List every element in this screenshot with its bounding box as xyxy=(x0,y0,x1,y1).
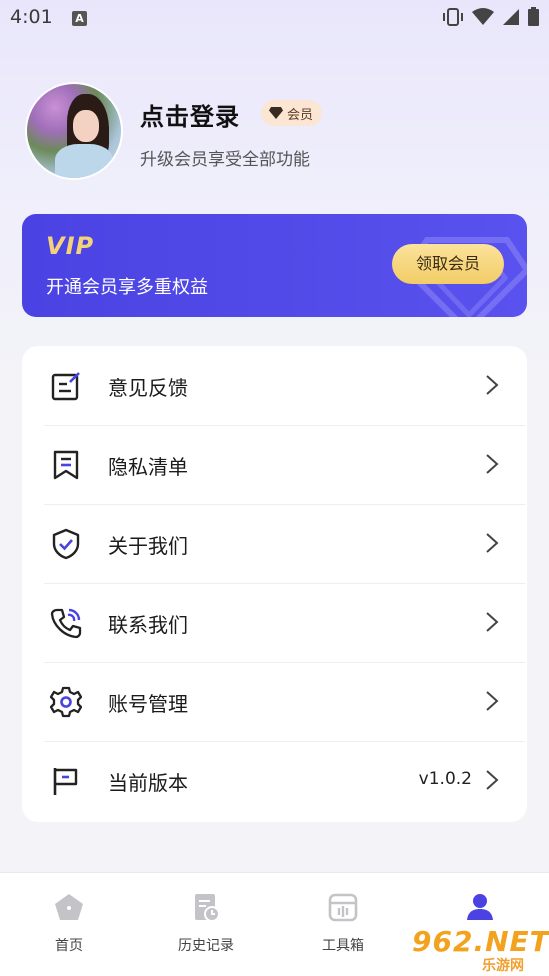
battery-icon xyxy=(528,7,539,26)
vip-banner-text: 开通会员享多重权益 xyxy=(46,277,208,298)
user-icon xyxy=(467,894,493,920)
status-icons xyxy=(442,7,539,26)
member-badge-label: 会员 xyxy=(287,107,314,123)
menu-item-label: 意见反馈 xyxy=(108,376,188,400)
menu-item-label: 隐私清单 xyxy=(108,455,188,479)
notification-badge-icon: A xyxy=(72,11,87,26)
watermark-sub: 乐游网 xyxy=(482,958,524,974)
history-document-icon xyxy=(195,894,220,922)
member-badge: 会员 xyxy=(261,100,323,126)
flag-icon xyxy=(53,768,78,795)
chevron-right-icon xyxy=(486,454,499,474)
profile-subtitle: 升级会员享受全部功能 xyxy=(140,150,310,170)
watermark-main: 962.NET xyxy=(412,925,549,958)
nav-label: 首页 xyxy=(55,938,83,954)
menu-item-privacy-list[interactable]: 隐私清单 xyxy=(22,425,527,504)
toolbox-icon xyxy=(328,893,358,922)
login-title[interactable]: 点击登录 xyxy=(140,97,240,132)
nav-item-history[interactable]: 历史记录 xyxy=(166,891,246,955)
menu-card: 意见反馈 隐私清单 关于我们 联系我们 账号管理 当前版本 v1.0.2 xyxy=(22,346,527,822)
watermark-logo: 962.NET 乐游网 xyxy=(412,925,549,975)
chevron-right-icon xyxy=(486,770,499,790)
chevron-right-icon xyxy=(486,375,499,395)
document-bookmark-icon xyxy=(53,450,79,480)
menu-item-about-us[interactable]: 关于我们 xyxy=(22,504,527,583)
vip-logo: VIP xyxy=(46,232,95,260)
home-pentagon-icon xyxy=(55,894,83,920)
nav-label: 工具箱 xyxy=(322,938,364,954)
status-bar: 4:01 A xyxy=(0,0,549,36)
gear-icon xyxy=(50,686,82,718)
version-value: v1.0.2 xyxy=(418,769,472,789)
phone-call-icon xyxy=(50,608,82,639)
menu-item-label: 联系我们 xyxy=(108,613,188,637)
chevron-right-icon xyxy=(486,612,499,632)
nav-label: 历史记录 xyxy=(178,938,234,954)
chevron-right-icon xyxy=(486,691,499,711)
claim-membership-button[interactable]: 领取会员 xyxy=(392,244,504,284)
menu-item-label: 当前版本 xyxy=(108,771,188,795)
nav-item-home[interactable]: 首页 xyxy=(29,891,109,955)
menu-item-account-management[interactable]: 账号管理 xyxy=(22,662,527,741)
vibrate-icon xyxy=(443,7,463,26)
nav-item-mine[interactable] xyxy=(440,891,520,927)
feedback-edit-icon xyxy=(51,372,80,401)
chevron-right-icon xyxy=(486,533,499,553)
menu-item-label: 关于我们 xyxy=(108,534,188,558)
menu-item-current-version[interactable]: 当前版本 v1.0.2 xyxy=(22,741,527,820)
avatar[interactable] xyxy=(25,82,123,180)
signal-icon xyxy=(503,8,519,25)
menu-item-label: 账号管理 xyxy=(108,692,188,716)
menu-item-feedback[interactable]: 意见反馈 xyxy=(22,346,527,425)
menu-item-contact-us[interactable]: 联系我们 xyxy=(22,583,527,662)
diamond-icon xyxy=(269,107,283,119)
vip-banner[interactable]: VIP 开通会员享多重权益 领取会员 xyxy=(22,214,527,317)
wifi-icon xyxy=(472,7,494,25)
status-time: 4:01 xyxy=(10,6,53,28)
shield-check-icon xyxy=(52,528,80,560)
nav-item-toolbox[interactable]: 工具箱 xyxy=(303,891,383,955)
